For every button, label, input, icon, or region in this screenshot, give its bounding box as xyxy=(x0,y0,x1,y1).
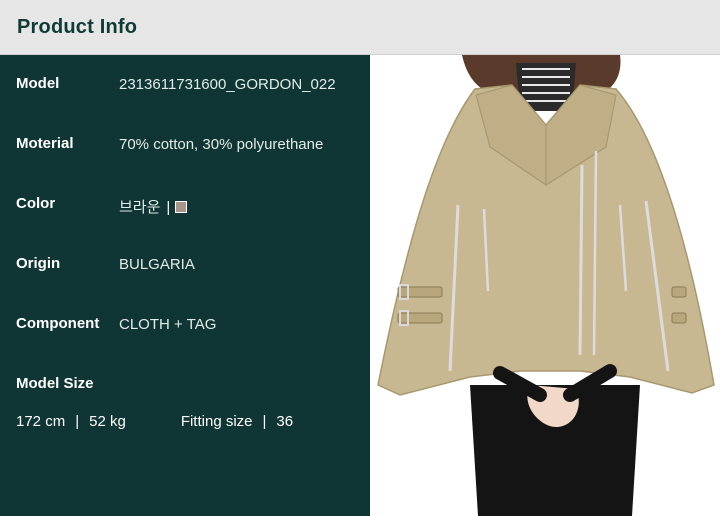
fitting-size-value: 36 xyxy=(276,413,294,430)
spec-value-color: 브라운 | xyxy=(119,196,188,217)
model-weight: 52 kg xyxy=(89,413,126,430)
center-zipper xyxy=(578,164,584,356)
spec-label: Origin xyxy=(16,255,61,272)
spec-value: BULGARIA xyxy=(119,256,195,273)
model-size-label: Model Size xyxy=(16,375,94,392)
spec-label: Color xyxy=(16,195,56,212)
left-strap-bottom xyxy=(397,312,443,324)
model-height: 172 cm xyxy=(16,413,66,430)
fitting-size-label: Fitting size xyxy=(180,413,253,430)
spec-label: Component xyxy=(16,315,100,332)
spec-value: 2313611731600_GORDON_022 xyxy=(119,76,336,93)
color-swatch xyxy=(175,201,188,213)
color-separator: | xyxy=(166,199,171,216)
product-photo xyxy=(370,55,720,516)
model-size-values: 172 cm | 52 kg Fitting size | 36 xyxy=(16,413,293,430)
spec-value: CLOTH + TAG xyxy=(119,316,217,333)
spec-label: Model xyxy=(16,75,60,92)
spec-label: Moterial xyxy=(16,135,74,152)
right-strap-bottom xyxy=(671,312,687,324)
product-info-panel: Model 2313611731600_GORDON_022 Moterial … xyxy=(0,55,370,516)
header-bar: Product Info xyxy=(0,0,720,55)
right-strap-top xyxy=(671,286,687,298)
color-name: 브라운 xyxy=(119,199,161,216)
cape-illustration xyxy=(377,55,715,516)
left-strap-top xyxy=(397,286,443,298)
page-title: Product Info xyxy=(17,16,138,38)
size-separator: | xyxy=(75,413,80,430)
spec-value: 70% cotton, 30% polyurethane xyxy=(119,136,324,153)
size-separator: | xyxy=(262,413,267,430)
